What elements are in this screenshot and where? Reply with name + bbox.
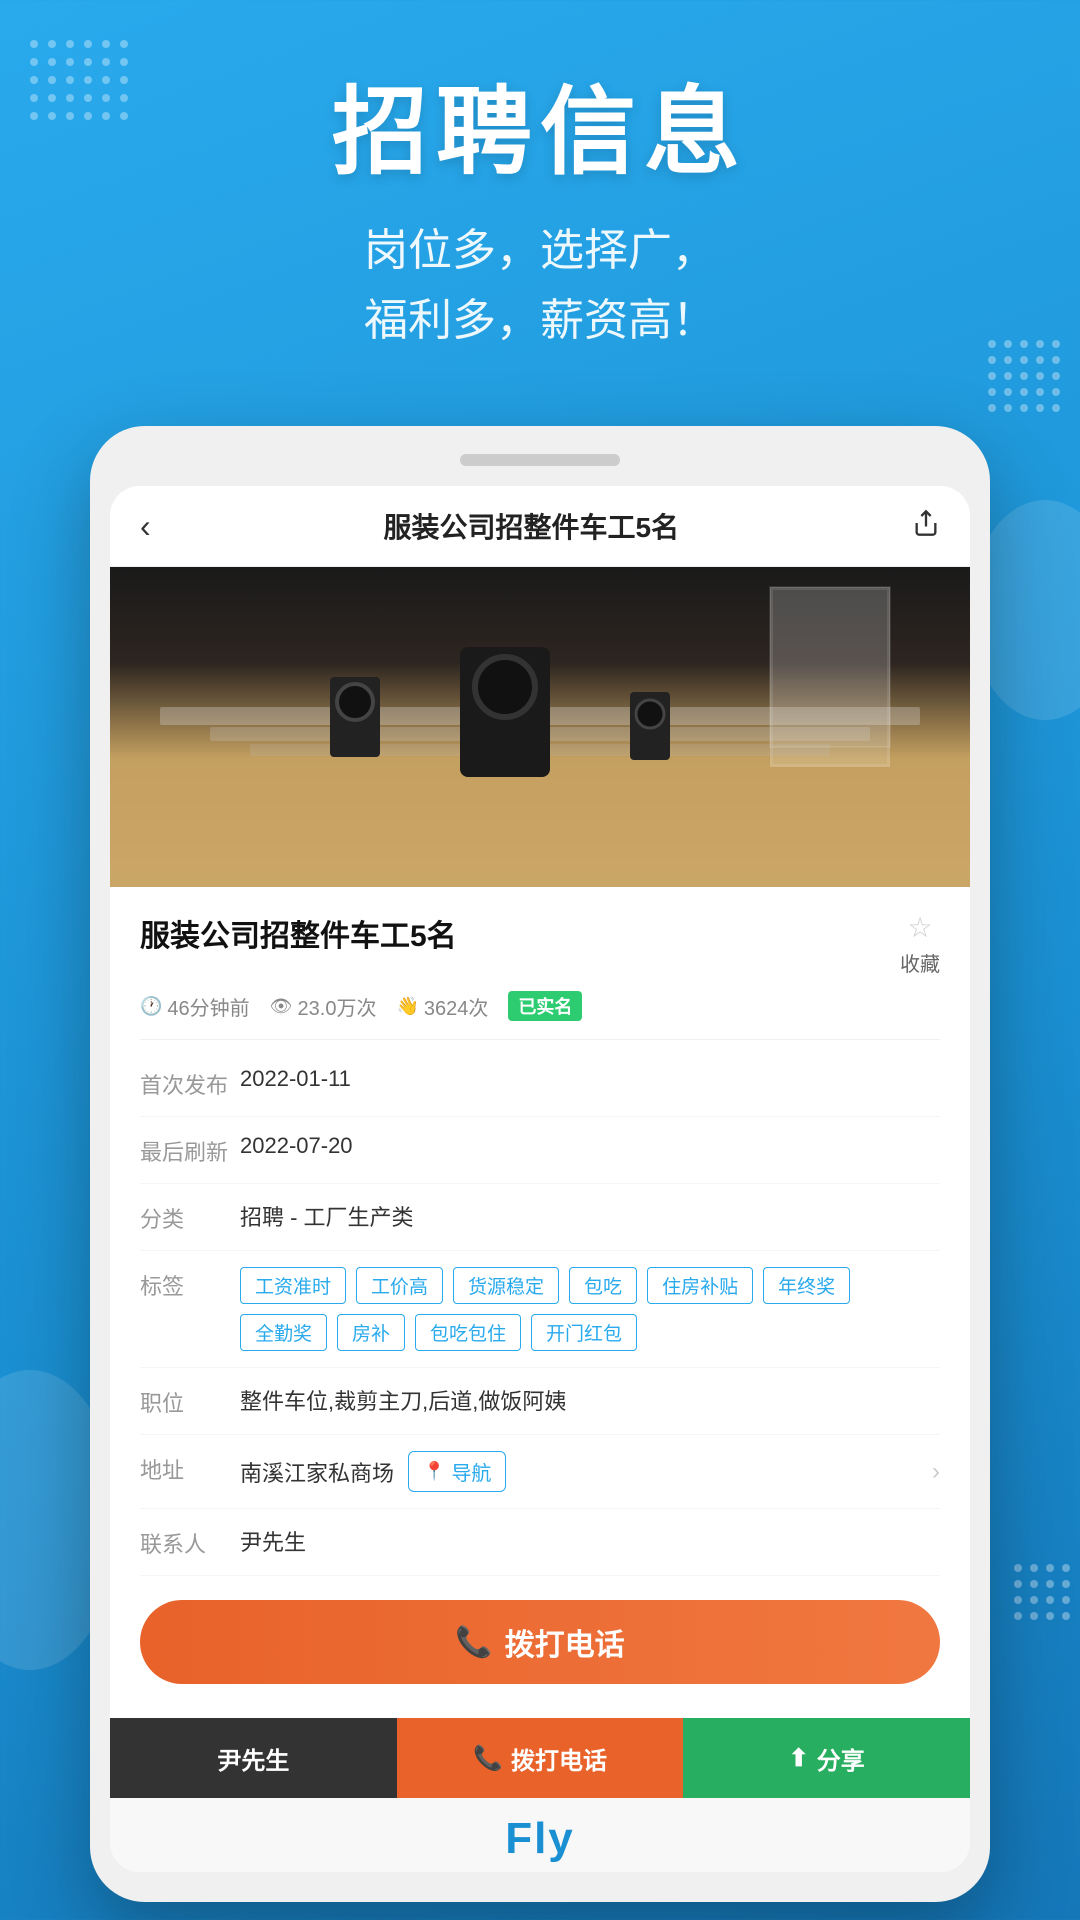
nav-btn-label: 导航 [451, 1457, 491, 1486]
call-button[interactable]: 📞 拨打电话 [140, 1600, 940, 1684]
contact-value: 尹先生 [240, 1525, 940, 1557]
contact-label: 联系人 [140, 1525, 240, 1559]
call-tab-phone-icon: 📞 [473, 1744, 503, 1773]
job-content: 服装公司招整件车工5名 ☆ 收藏 🕐 46分钟前 👁 23.0万次 [110, 887, 970, 1718]
tag-item: 包吃包住 [415, 1314, 521, 1351]
subtitle-line1: 岗位多，选择广， [364, 226, 716, 275]
main-title: 招聘信息 [60, 80, 1020, 186]
navigation-button[interactable]: 📍 导航 [408, 1451, 506, 1492]
bookmark-area[interactable]: ☆ 收藏 [900, 911, 940, 977]
address-value: 南溪江家私商场 [240, 1456, 394, 1488]
address-label: 地址 [140, 1451, 240, 1485]
verified-badge: 已实名 [508, 991, 582, 1021]
tags-row: 标签 工资准时工价高货源稳定包吃住房补贴年终奖全勤奖房补包吃包住开门红包 [140, 1251, 940, 1368]
tag-item: 房补 [337, 1314, 405, 1351]
phone-wrapper: ‹ 服装公司招整件车工5名 [0, 426, 1080, 1902]
hand-icon: 👋 [396, 996, 418, 1017]
job-title-row: 服装公司招整件车工5名 ☆ 收藏 [140, 911, 940, 977]
chevron-right-icon: › [932, 1458, 940, 1486]
category-row: 分类 招聘 - 工厂生产类 [140, 1184, 940, 1251]
tags-container: 工资准时工价高货源稳定包吃住房补贴年终奖全勤奖房补包吃包住开门红包 [240, 1267, 940, 1351]
tag-item: 工价高 [356, 1267, 443, 1304]
tag-item: 全勤奖 [240, 1314, 327, 1351]
factory-scene [110, 567, 970, 887]
header-section: 招聘信息 岗位多，选择广， 福利多，薪资高！ [0, 0, 1080, 406]
app-footer: Fly [110, 1798, 970, 1872]
tag-item: 住房补贴 [647, 1267, 753, 1304]
share-tab-icon: ⬆ [789, 1744, 809, 1773]
views-count: 23.0万次 [298, 992, 377, 1021]
tag-item: 工资准时 [240, 1267, 346, 1304]
share-tab[interactable]: ⬆ 分享 [683, 1718, 970, 1798]
last-refresh-value: 2022-07-20 [240, 1133, 940, 1159]
position-row: 职位 整件车位,裁剪主刀,后道,做饭阿姨 [140, 1368, 940, 1435]
app-screen: ‹ 服装公司招整件车工5名 [110, 486, 970, 1872]
address-row: 地址 南溪江家私商场 📍 导航 › [140, 1435, 940, 1509]
tags-label: 标签 [140, 1267, 240, 1301]
tag-item: 开门红包 [531, 1314, 637, 1351]
position-value: 整件车位,裁剪主刀,后道,做饭阿姨 [240, 1384, 940, 1416]
time-ago: 46分钟前 [167, 992, 249, 1021]
call-tab[interactable]: 📞 拨打电话 [397, 1718, 684, 1798]
share-icon[interactable] [912, 509, 940, 544]
subtitle-line2: 福利多，薪资高！ [364, 296, 716, 345]
contact-row: 联系人 尹先生 [140, 1509, 940, 1576]
tag-item: 货源稳定 [453, 1267, 559, 1304]
user-tab-label: 尹先生 [217, 1741, 289, 1776]
job-image [110, 567, 970, 887]
bottom-bar: 尹先生 📞 拨打电话 ⬆ 分享 [110, 1718, 970, 1798]
phone-mockup: ‹ 服装公司招整件车工5名 [90, 426, 990, 1902]
phone-notch [460, 454, 620, 466]
bookmark-icon: ☆ [907, 911, 932, 944]
applies-count: 3624次 [424, 992, 489, 1021]
back-button[interactable]: ‹ [140, 508, 151, 545]
tag-item: 包吃 [569, 1267, 637, 1304]
eye-icon: 👁 [270, 996, 293, 1017]
first-publish-row: 首次发布 2022-01-11 [140, 1050, 940, 1117]
first-publish-label: 首次发布 [140, 1066, 240, 1100]
category-label: 分类 [140, 1200, 240, 1234]
bookmark-label: 收藏 [900, 948, 940, 977]
clock-icon: 🕐 [140, 996, 162, 1017]
divider-1 [140, 1039, 940, 1040]
call-tab-label: 拨打电话 [511, 1741, 607, 1776]
app-name: Fly [110, 1814, 970, 1864]
time-meta: 🕐 46分钟前 [140, 992, 250, 1021]
first-publish-value: 2022-01-11 [240, 1066, 940, 1092]
job-title: 服装公司招整件车工5名 [140, 911, 900, 955]
app-navbar: ‹ 服装公司招整件车工5名 [110, 486, 970, 567]
applies-meta: 👋 3624次 [396, 992, 488, 1021]
navbar-title: 服装公司招整件车工5名 [151, 506, 912, 546]
tag-item: 年终奖 [763, 1267, 850, 1304]
address-row-inner: 南溪江家私商场 📍 导航 › [240, 1451, 940, 1492]
last-refresh-label: 最后刷新 [140, 1133, 240, 1167]
phone-icon: 📞 [455, 1625, 492, 1660]
views-meta: 👁 23.0万次 [270, 992, 377, 1021]
category-value: 招聘 - 工厂生产类 [240, 1200, 940, 1232]
call-button-label: 拨打电话 [505, 1620, 625, 1664]
subtitle: 岗位多，选择广， 福利多，薪资高！ [60, 216, 1020, 357]
map-pin-icon: 📍 [423, 1461, 445, 1482]
info-table: 首次发布 2022-01-11 最后刷新 2022-07-20 分类 招聘 - … [140, 1050, 940, 1576]
last-refresh-row: 最后刷新 2022-07-20 [140, 1117, 940, 1184]
position-label: 职位 [140, 1384, 240, 1418]
meta-row: 🕐 46分钟前 👁 23.0万次 👋 3624次 已实名 [140, 991, 940, 1021]
share-tab-label: 分享 [817, 1741, 865, 1776]
user-tab[interactable]: 尹先生 [110, 1718, 397, 1798]
